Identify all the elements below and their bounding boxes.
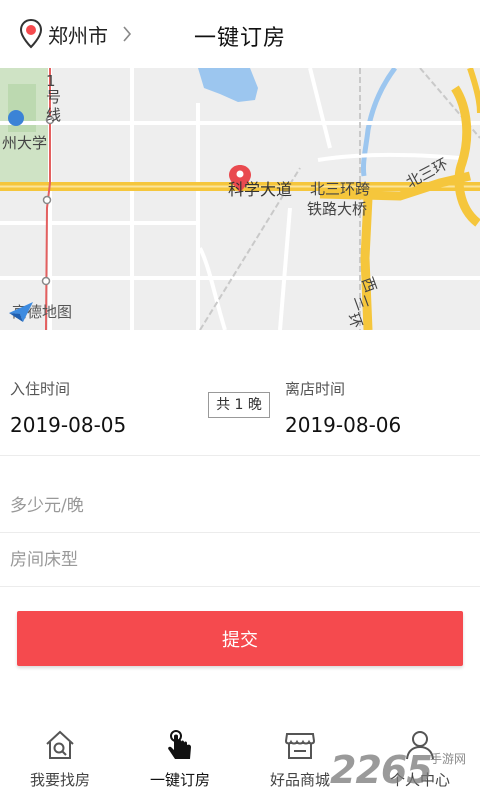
- checkin-date: 2019-08-05: [10, 413, 127, 437]
- checkin-selector[interactable]: 入住时间 2019-08-05: [10, 378, 126, 437]
- submit-button[interactable]: 提交: [17, 611, 463, 666]
- amap-logo-icon: [9, 302, 33, 322]
- checkin-label: 入住时间: [10, 380, 71, 398]
- tab-label: 一键订房: [149, 771, 210, 789]
- price-field-row: [0, 479, 480, 533]
- page-title: 一键订房: [193, 26, 286, 51]
- room-type-field-row: [0, 533, 480, 587]
- watermark: 2265 手游网: [330, 744, 480, 796]
- map-view[interactable]: 1 号 线 州大学 科学大道 北三环跨 铁路大桥 北三环 西 三 环 高德地图: [0, 68, 480, 330]
- price-input[interactable]: [0, 479, 480, 532]
- map-label-university: 州大学: [2, 134, 48, 152]
- app-header: 郑州市 一键订房: [0, 0, 480, 68]
- map-label-road: 科学大道: [228, 180, 293, 199]
- map-label-bridge-1: 北三环跨: [310, 180, 371, 198]
- checkout-label: 离店时间: [285, 380, 346, 398]
- room-type-input[interactable]: [0, 533, 480, 586]
- nights-badge: 共 1 晚: [208, 392, 270, 418]
- tap-hand-icon: [168, 730, 191, 759]
- tab-label: 好品商城: [269, 771, 330, 789]
- house-search-icon: [46, 730, 74, 759]
- watermark-text: 手游网: [430, 752, 467, 766]
- tab-label: 我要找房: [29, 771, 90, 789]
- store-icon: [284, 733, 316, 759]
- checkout-selector[interactable]: 离店时间 2019-08-06: [285, 378, 401, 437]
- tab-quick-book[interactable]: 一键订房: [120, 720, 240, 800]
- map-label-bridge-2: 铁路大桥: [307, 200, 368, 218]
- watermark-number: 2265: [330, 748, 433, 792]
- map-provider-logo: 高德地图: [8, 301, 72, 322]
- checkout-date: 2019-08-06: [285, 413, 402, 437]
- tab-find-room[interactable]: 我要找房: [0, 720, 120, 800]
- map-label-line1-c: 线: [46, 106, 62, 124]
